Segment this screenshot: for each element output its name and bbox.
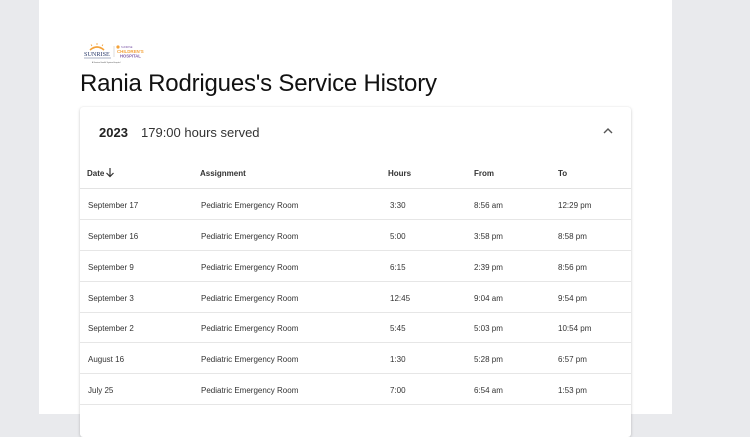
cell-from: 2:39 pm: [474, 263, 503, 272]
cell-assignment: Pediatric Emergency Room: [201, 232, 299, 241]
cell-assignment: Pediatric Emergency Room: [201, 386, 299, 395]
cell-hours: 7:00: [390, 386, 406, 395]
year-label: 2023: [99, 125, 128, 140]
cell-assignment: Pediatric Emergency Room: [201, 201, 299, 210]
cell-date: September 16: [88, 232, 139, 241]
cell-date: July 25: [88, 386, 114, 395]
table-row: July 25 Pediatric Emergency Room 7:00 6:…: [80, 374, 631, 405]
cell-hours: 5:45: [390, 324, 406, 333]
cell-assignment: Pediatric Emergency Room: [201, 324, 299, 333]
cell-from: 8:56 am: [474, 201, 503, 210]
sunrise-childrens-hospital-logo: SUNRISE SUNRISE CHILDREN'S HOSPITAL A Su…: [84, 43, 144, 64]
logo-brand-text: SUNRISE: [84, 51, 110, 58]
cell-from: 6:54 am: [474, 386, 503, 395]
cell-to: 10:54 pm: [558, 324, 592, 333]
logo-tagline-text: A Sunrise Health System Hospital: [92, 61, 121, 64]
table-row: August 16 Pediatric Emergency Room 1:30 …: [80, 343, 631, 374]
cell-to: 6:57 pm: [558, 355, 587, 364]
table-row: September 9 Pediatric Emergency Room 6:1…: [80, 251, 631, 282]
cell-hours: 3:30: [390, 201, 406, 210]
table-row: September 16 Pediatric Emergency Room 5:…: [80, 220, 631, 251]
cell-from: 5:03 pm: [474, 324, 503, 333]
service-history-card: 2023 179:00 hours served Date Assignment…: [80, 107, 631, 437]
cell-from: 9:04 am: [474, 294, 503, 303]
cell-from: 3:58 pm: [474, 232, 503, 241]
column-header-date[interactable]: Date: [87, 169, 104, 178]
column-header-assignment[interactable]: Assignment: [200, 169, 246, 178]
row-divider: [80, 404, 631, 405]
cell-from: 5:28 pm: [474, 355, 503, 364]
page-title: Rania Rodrigues's Service History: [80, 70, 437, 97]
column-header-hours[interactable]: Hours: [388, 169, 411, 178]
cell-date: September 9: [88, 263, 134, 272]
cell-date: September 3: [88, 294, 134, 303]
cell-to: 8:58 pm: [558, 232, 587, 241]
arrow-down-icon[interactable]: [105, 167, 115, 178]
cell-to: 9:54 pm: [558, 294, 587, 303]
cell-assignment: Pediatric Emergency Room: [201, 355, 299, 364]
table-row: September 2 Pediatric Emergency Room 5:4…: [80, 312, 631, 343]
cell-assignment: Pediatric Emergency Room: [201, 294, 299, 303]
cell-assignment: Pediatric Emergency Room: [201, 263, 299, 272]
column-header-to[interactable]: To: [558, 169, 567, 178]
table-row: September 17 Pediatric Emergency Room 3:…: [80, 189, 631, 220]
cell-date: August 16: [88, 355, 125, 364]
column-header-from[interactable]: From: [474, 169, 494, 178]
cell-hours: 12:45: [390, 294, 411, 303]
cell-date: September 2: [88, 324, 134, 333]
cell-date: September 17: [88, 201, 139, 210]
page-panel: SUNRISE SUNRISE CHILDREN'S HOSPITAL A Su…: [39, 0, 672, 437]
cell-to: 12:29 pm: [558, 201, 592, 210]
chevron-up-icon[interactable]: [601, 126, 615, 136]
hours-served-summary: 179:00 hours served: [141, 125, 260, 140]
cell-hours: 6:15: [390, 263, 406, 272]
cell-to: 1:53 pm: [558, 386, 587, 395]
svg-text:HOSPITAL: HOSPITAL: [120, 54, 141, 59]
cell-hours: 1:30: [390, 355, 406, 364]
year-accordion-header[interactable]: 2023 179:00 hours served: [80, 107, 631, 156]
cell-to: 8:56 pm: [558, 263, 587, 272]
cell-hours: 5:00: [390, 232, 406, 241]
table-row: September 3 Pediatric Emergency Room 12:…: [80, 282, 631, 313]
